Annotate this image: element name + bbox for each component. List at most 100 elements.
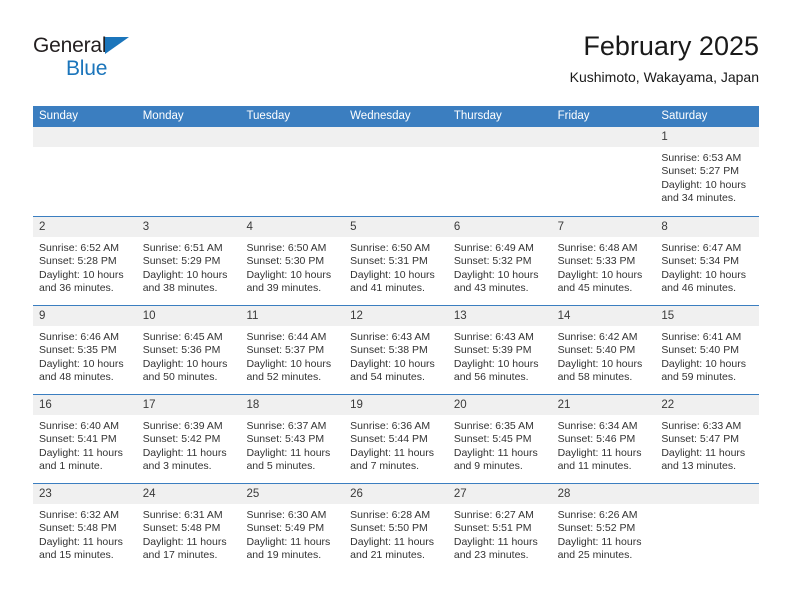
day-info-line: Sunset: 5:39 PM [453, 344, 532, 357]
day-cell-11[interactable]: 11 Sunrise: 6:44 AM Sunset: 5:37 PM Dayligh… [240, 306, 345, 394]
day-cell-23[interactable]: 23 Sunrise: 6:32 AM Sunset: 5:48 PM Dayligh… [33, 484, 137, 572]
day-cell-empty [33, 127, 137, 216]
day-info-line: Sunset: 5:43 PM [246, 433, 325, 446]
calendar-week-row: 16 Sunrise: 6:40 AM Sunset: 5:41 PM Dayligh… [33, 394, 760, 483]
day-cell-3[interactable]: 3 Sunrise: 6:51 AM Sunset: 5:29 PM Daylight… [136, 217, 241, 305]
weekday-header-monday: Monday [142, 110, 184, 122]
day-cell-12[interactable]: 12 Sunrise: 6:43 AM Sunset: 5:38 PM Dayligh… [344, 306, 448, 394]
day-cell-15[interactable]: 15 Sunrise: 6:41 AM Sunset: 5:40 PM Dayligh… [655, 306, 760, 394]
day-number: 20 [453, 399, 467, 411]
day-cell-1[interactable]: 1 Sunrise: 6:53 AM Sunset: 5:27 PM Daylight… [655, 127, 760, 216]
day-cell-14[interactable]: 14 Sunrise: 6:42 AM Sunset: 5:40 PM Dayligh… [551, 306, 656, 394]
day-cell-8[interactable]: 8 Sunrise: 6:47 AM Sunset: 5:34 PM Daylight… [655, 217, 760, 305]
day-info-line: Sunrise: 6:46 AM [39, 331, 119, 343]
day-number-band: 23 [33, 484, 137, 504]
day-number-band: 22 [655, 395, 760, 415]
day-cell-16[interactable]: 16 Sunrise: 6:40 AM Sunset: 5:41 PM Dayligh… [33, 395, 137, 483]
day-cell-28[interactable]: 28 Sunrise: 6:26 AM Sunset: 5:52 PM Dayligh… [551, 484, 656, 572]
day-info-line: Sunrise: 6:51 AM [142, 242, 223, 254]
day-cell-4[interactable]: 4 Sunrise: 6:50 AM Sunset: 5:30 PM Daylight… [240, 217, 345, 305]
day-number-band: 17 [136, 395, 241, 415]
day-info-line: and 38 minutes. [142, 282, 218, 295]
day-info-line: Daylight: 11 hours [142, 535, 227, 548]
day-cell-25[interactable]: 25 Sunrise: 6:30 AM Sunset: 5:49 PM Dayligh… [240, 484, 345, 572]
day-number: 12 [350, 310, 363, 322]
day-number-band: 11 [240, 306, 345, 326]
day-info-line: Sunset: 5:38 PM [350, 344, 428, 357]
day-number-band: 20 [447, 395, 552, 415]
day-info-line: Sunrise: 6:39 AM [142, 420, 223, 432]
day-info-line: and 11 minutes. [557, 460, 632, 473]
day-number-band: 12 [344, 306, 448, 326]
day-cell-9[interactable]: 9 Sunrise: 6:46 AM Sunset: 5:35 PM Daylight… [33, 306, 137, 394]
day-cell-13[interactable]: 13 Sunrise: 6:43 AM Sunset: 5:39 PM Dayligh… [447, 306, 552, 394]
day-sun-info: Sunrise: 6:32 AM Sunset: 5:48 PM Daylight:… [33, 504, 137, 563]
day-cell-19[interactable]: 19 Sunrise: 6:36 AM Sunset: 5:44 PM Dayligh… [344, 395, 448, 483]
day-number-band [655, 484, 760, 504]
weekday-header-saturday: Saturday [661, 110, 708, 122]
day-number: 19 [350, 399, 363, 411]
day-cell-2[interactable]: 2 Sunrise: 6:52 AM Sunset: 5:28 PM Daylight… [33, 217, 137, 305]
day-info-line: Daylight: 11 hours [246, 446, 331, 459]
day-info-line: Sunset: 5:27 PM [661, 165, 739, 178]
day-info-line: Sunrise: 6:48 AM [557, 242, 638, 254]
day-info-line: Sunrise: 6:28 AM [350, 509, 431, 521]
day-number: 28 [557, 488, 571, 500]
day-info-line: Sunrise: 6:47 AM [661, 242, 742, 254]
day-sun-info [240, 147, 344, 152]
day-sun-info [552, 147, 656, 152]
day-info-line: Sunrise: 6:45 AM [142, 331, 223, 343]
day-info-line: Sunset: 5:49 PM [246, 522, 325, 535]
day-sun-info [448, 147, 552, 152]
day-sun-info: Sunrise: 6:30 AM Sunset: 5:49 PM Daylight:… [240, 504, 344, 563]
day-info-line: Sunset: 5:30 PM [246, 255, 325, 268]
day-info-line: Sunset: 5:31 PM [350, 255, 428, 268]
day-number: 8 [661, 221, 668, 233]
day-info-line: Sunrise: 6:26 AM [557, 509, 638, 521]
day-number-band: 18 [240, 395, 345, 415]
day-info-line: Sunrise: 6:52 AM [39, 242, 119, 254]
day-info-line: Sunset: 5:40 PM [661, 344, 739, 357]
day-number-band [551, 127, 656, 147]
day-number: 17 [142, 399, 156, 411]
day-cell-21[interactable]: 21 Sunrise: 6:34 AM Sunset: 5:46 PM Dayligh… [551, 395, 656, 483]
day-info-line: Daylight: 10 hours [39, 357, 124, 370]
day-cell-18[interactable]: 18 Sunrise: 6:37 AM Sunset: 5:43 PM Dayligh… [240, 395, 345, 483]
day-number: 14 [557, 310, 571, 322]
day-cell-6[interactable]: 6 Sunrise: 6:49 AM Sunset: 5:32 PM Daylight… [447, 217, 552, 305]
day-cell-22[interactable]: 22 Sunrise: 6:33 AM Sunset: 5:47 PM Dayligh… [655, 395, 760, 483]
day-info-line: Sunrise: 6:53 AM [661, 152, 742, 164]
day-info-line: Sunset: 5:48 PM [142, 522, 221, 535]
weekday-header-friday: Friday [557, 110, 590, 122]
day-cell-20[interactable]: 20 Sunrise: 6:35 AM Sunset: 5:45 PM Dayligh… [447, 395, 552, 483]
day-info-line: Sunset: 5:32 PM [453, 255, 532, 268]
day-cell-5[interactable]: 5 Sunrise: 6:50 AM Sunset: 5:31 PM Daylight… [344, 217, 448, 305]
day-number: 22 [661, 399, 675, 411]
day-number: 3 [142, 221, 150, 233]
day-info-line: and 17 minutes. [142, 549, 218, 562]
day-number-band: 6 [447, 217, 552, 237]
day-cell-10[interactable]: 10 Sunrise: 6:45 AM Sunset: 5:36 PM Dayligh… [136, 306, 241, 394]
day-cell-27[interactable]: 27 Sunrise: 6:27 AM Sunset: 5:51 PM Dayligh… [447, 484, 552, 572]
day-info-line: Daylight: 10 hours [453, 357, 539, 370]
day-sun-info: Sunrise: 6:50 AM Sunset: 5:30 PM Daylight:… [240, 237, 344, 296]
day-number-band: 9 [33, 306, 137, 326]
day-info-line: and 25 minutes. [557, 549, 633, 562]
day-number-band [344, 127, 448, 147]
day-cell-17[interactable]: 17 Sunrise: 6:39 AM Sunset: 5:42 PM Dayligh… [136, 395, 241, 483]
day-number: 1 [661, 131, 668, 143]
day-info-line: Daylight: 10 hours [557, 268, 643, 281]
day-info-line: and 19 minutes. [246, 549, 322, 562]
day-cell-7[interactable]: 7 Sunrise: 6:48 AM Sunset: 5:33 PM Daylight… [551, 217, 656, 305]
day-cell-empty [551, 127, 656, 216]
day-info-line: Sunrise: 6:41 AM [661, 331, 742, 343]
day-cell-24[interactable]: 24 Sunrise: 6:31 AM Sunset: 5:48 PM Dayligh… [136, 484, 241, 572]
day-cell-26[interactable]: 26 Sunrise: 6:28 AM Sunset: 5:50 PM Dayligh… [344, 484, 448, 572]
day-sun-info: Sunrise: 6:35 AM Sunset: 5:45 PM Daylight:… [448, 415, 552, 474]
day-number: 2 [39, 221, 46, 233]
day-sun-info: Sunrise: 6:37 AM Sunset: 5:43 PM Daylight:… [240, 415, 344, 474]
day-info-line: and 46 minutes. [661, 282, 737, 295]
day-sun-info: Sunrise: 6:40 AM Sunset: 5:41 PM Daylight:… [33, 415, 137, 474]
calendar-week-row: 9 Sunrise: 6:46 AM Sunset: 5:35 PM Daylight… [33, 305, 760, 394]
day-info-line: Daylight: 10 hours [142, 357, 228, 370]
